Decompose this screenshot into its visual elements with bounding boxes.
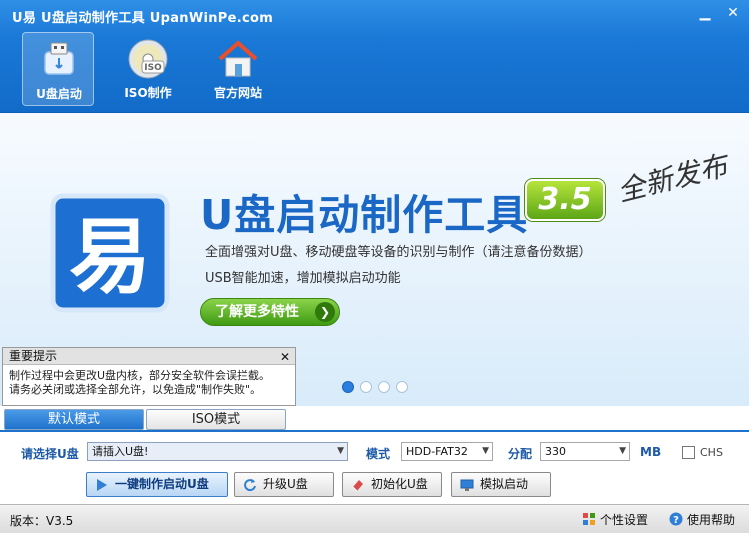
version-badge: 3.5 [525, 179, 605, 221]
chs-label: CHS [700, 446, 723, 459]
notice-title: 重要提示 [9, 349, 58, 363]
window-title: U易 U盘启动制作工具 UpanWinPe.com [12, 11, 274, 26]
svg-text:ISO: ISO [144, 63, 162, 73]
carousel-dot-4[interactable] [396, 381, 408, 393]
play-icon [97, 479, 107, 491]
tab-iso-mode[interactable]: ISO模式 [146, 409, 286, 430]
drive-select-value: 请插入U盘! [92, 445, 149, 458]
one-click-make-button[interactable]: 一键制作启动U盘 [86, 472, 228, 497]
notice-header: 重要提示 ✕ [3, 348, 295, 365]
mode-label: 模式 [366, 447, 391, 461]
banner-headline: U盘启动制作工具 [200, 191, 529, 239]
app-logo: 易 [50, 193, 170, 313]
eraser-icon [352, 480, 363, 492]
help-icon: ? [669, 512, 683, 526]
toolbar-usb-label: U盘启动 [36, 87, 82, 101]
carousel-dot-3[interactable] [378, 381, 390, 393]
init-label: 初始化U盘 [371, 477, 428, 491]
important-notice: 重要提示 ✕ 制作过程中会更改U盘内核，部分安全软件会误拦截。 请务必关闭或选择… [2, 347, 296, 406]
toolbar-site-label: 官方网站 [213, 86, 262, 100]
tab-default-mode[interactable]: 默认模式 [4, 409, 144, 430]
minimize-icon[interactable]: ▁ [694, 4, 716, 22]
simulate-boot-button[interactable]: 模拟启动 [451, 472, 551, 497]
learn-more-button[interactable]: 了解更多特性 ❯ [200, 298, 340, 326]
learn-more-label: 了解更多特性 [215, 304, 299, 320]
arrow-right-icon: ❯ [315, 302, 335, 322]
close-icon[interactable]: ✕ [722, 4, 744, 22]
personalize-label: 个性设置 [600, 513, 649, 527]
carousel-dot-2[interactable] [360, 381, 372, 393]
alloc-select[interactable]: 330 ▼ [540, 442, 630, 461]
carousel-dot-1[interactable] [342, 381, 354, 393]
svg-text:?: ? [673, 515, 679, 526]
disc-iso-icon: ISO [128, 39, 168, 79]
mode-select[interactable]: HDD-FAT32 ▼ [401, 442, 493, 461]
banner-description-2: USB智能加速，增加模拟启动功能 [205, 271, 401, 286]
new-release-text: 全新发布 [614, 148, 731, 209]
chevron-down-icon: ▼ [482, 446, 489, 456]
one-click-label: 一键制作启动U盘 [115, 477, 209, 491]
alloc-select-value: 330 [545, 445, 566, 458]
grid-icon [583, 513, 595, 525]
close-icon[interactable]: ✕ [280, 349, 290, 365]
usb-drive-icon [44, 42, 74, 75]
chs-checkbox[interactable] [682, 446, 695, 459]
version-text: 版本：V3.5 [10, 514, 74, 528]
help-label: 使用帮助 [687, 513, 736, 527]
toolbar-official-site[interactable]: 官方网站 [202, 32, 274, 106]
chevron-down-icon: ▼ [337, 446, 344, 456]
toolbar-iso-label: ISO制作 [124, 86, 172, 100]
chevron-down-icon: ▼ [619, 446, 626, 456]
alloc-unit: MB [640, 445, 662, 459]
title-toolbar-area: U易 U盘启动制作工具 UpanWinPe.com ▁ ✕ U盘启动 ISO I… [0, 0, 749, 112]
personalize-button[interactable]: 个性设置 [582, 511, 648, 528]
home-icon [218, 40, 258, 77]
mode-select-value: HDD-FAT32 [406, 445, 468, 458]
banner-description-1: 全面增强对U盘、移动硬盘等设备的识别与制作（请注意备份数据） [205, 245, 592, 260]
status-bar: 版本：V3.5 个性设置 ? 使用帮助 [0, 504, 749, 533]
svg-text:易: 易 [69, 210, 151, 305]
toolbar-iso-make[interactable]: ISO ISO制作 [112, 32, 184, 106]
monitor-icon [460, 479, 474, 491]
help-button[interactable]: ? 使用帮助 [669, 511, 735, 528]
notice-line-1: 制作过程中会更改U盘内核，部分安全软件会误拦截。 [9, 369, 271, 382]
refresh-icon [244, 479, 256, 492]
control-panel: 请选择U盘 请插入U盘! ▼ 模式 HDD-FAT32 ▼ 分配 330 ▼ M… [0, 432, 749, 504]
init-usb-button[interactable]: 初始化U盘 [342, 472, 442, 497]
toolbar-usb-boot[interactable]: U盘启动 [22, 32, 94, 106]
notice-line-2: 请务必关闭或选择全部允许，以免造成"制作失败"。 [9, 383, 262, 396]
notice-body: 制作过程中会更改U盘内核，部分安全软件会误拦截。 请务必关闭或选择全部允许，以免… [3, 365, 295, 401]
upgrade-usb-button[interactable]: 升级U盘 [234, 472, 334, 497]
drive-select-label: 请选择U盘 [21, 447, 79, 461]
alloc-label: 分配 [508, 447, 533, 461]
simulate-label: 模拟启动 [480, 477, 529, 491]
drive-select[interactable]: 请插入U盘! ▼ [87, 442, 348, 461]
upgrade-label: 升级U盘 [263, 477, 308, 491]
